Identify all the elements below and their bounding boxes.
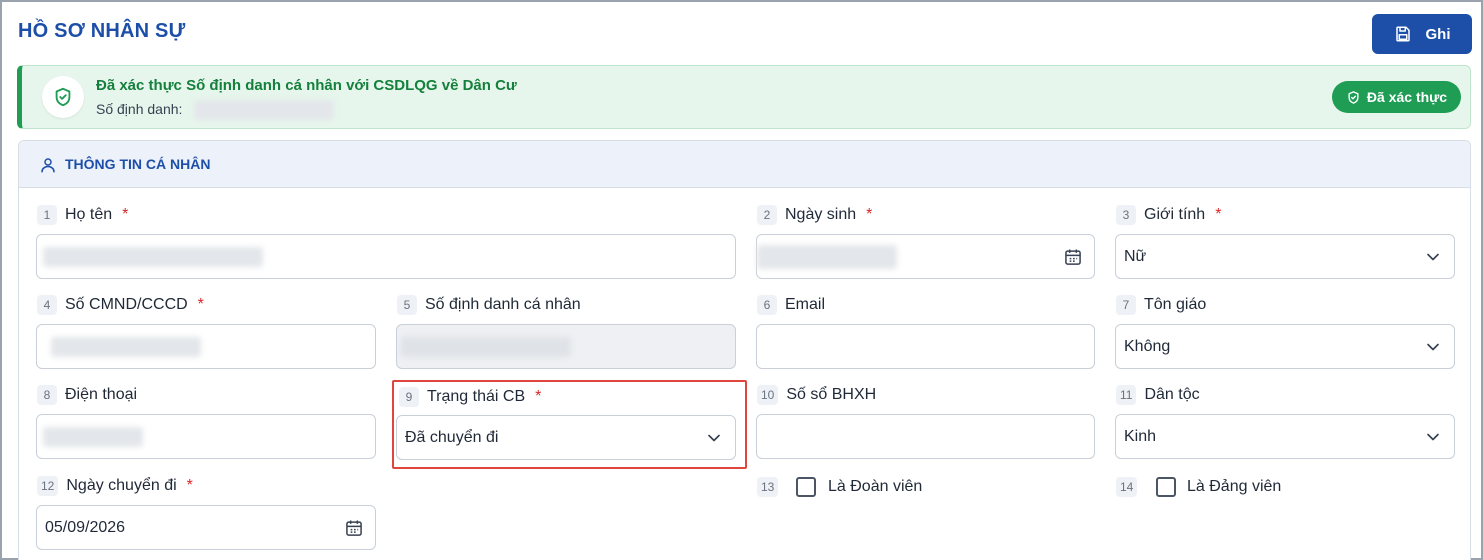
verification-banner: Đã xác thực Số định danh cá nhân với CSD… (17, 65, 1471, 129)
field-number: 1 (37, 205, 57, 225)
field-number: 9 (399, 387, 419, 407)
field-label-text: Ngày sinh (785, 206, 857, 223)
trang-thai-select[interactable]: Đã chuyển đi (396, 415, 736, 460)
chevron-down-icon (1427, 343, 1439, 351)
section-header: THÔNG TIN CÁ NHÂN (19, 141, 1470, 188)
ngay-chuyen-di-input[interactable]: 05/09/2026 (36, 505, 376, 550)
field-label-text: Dân tộc (1144, 386, 1200, 403)
ho-ten-redacted (43, 247, 263, 267)
field-label-text: Số sổ BHXH (786, 386, 877, 403)
field-number: 7 (1116, 295, 1136, 315)
label-dan-toc: 11 Dân tộc (1116, 385, 1200, 405)
ngay-chuyen-di-value: 05/09/2026 (45, 518, 126, 536)
required-marker: * (186, 477, 193, 494)
verification-title: Đã xác thực Số định danh cá nhân với CSD… (96, 77, 517, 94)
dien-thoai-redacted (43, 427, 143, 447)
cmnd-input[interactable] (36, 324, 376, 369)
ton-giao-value: Không (1124, 337, 1171, 355)
dan-toc-value: Kinh (1124, 427, 1157, 445)
user-icon (41, 158, 55, 173)
chevron-down-icon (1427, 253, 1439, 261)
chevron-down-icon (1427, 433, 1439, 441)
save-button-label: Ghi (1425, 25, 1451, 43)
dang-vien-checkbox[interactable] (1156, 477, 1176, 497)
doan-vien-checkbox[interactable] (796, 477, 816, 497)
app-frame: HỒ SƠ NHÂN SỰ Ghi Đã xác thực Số định da… (0, 0, 1483, 560)
doan-vien-label: Là Đoàn viên (828, 478, 923, 495)
field-label-text: Số định danh cá nhân (425, 296, 581, 313)
field-label-text: Điện thoại (65, 386, 138, 403)
field-number: 13 (757, 477, 779, 497)
field-number: 5 (397, 295, 417, 315)
field-number: 8 (37, 385, 57, 405)
save-button[interactable]: Ghi (1372, 14, 1472, 54)
dang-vien-label: Là Đảng viên (1187, 478, 1282, 495)
gioi-tinh-value: Nữ (1124, 247, 1147, 265)
label-email: 6 Email (757, 295, 825, 315)
required-marker: * (122, 206, 129, 223)
label-gioi-tinh: 3 Giới tính * (1116, 205, 1221, 225)
label-ngay-sinh: 2 Ngày sinh * (757, 205, 872, 225)
required-marker: * (866, 206, 873, 223)
required-marker: * (1215, 206, 1222, 223)
verification-id-label: Số định danh: (96, 101, 183, 117)
calendar-icon[interactable] (1063, 247, 1083, 267)
calendar-icon[interactable] (344, 518, 364, 538)
field-label-text: Email (785, 296, 826, 313)
trang-thai-value: Đã chuyển đi (405, 428, 499, 446)
dan-toc-select[interactable]: Kinh (1115, 414, 1455, 459)
field-number: 3 (1116, 205, 1136, 225)
label-dien-thoai: 8 Điện thoại (37, 385, 137, 405)
required-marker: * (197, 296, 204, 313)
field-number: 10 (757, 385, 779, 405)
label-ton-giao: 7 Tôn giáo (1116, 295, 1206, 315)
field-label-text: Tôn giáo (1144, 296, 1207, 313)
page-title: HỒ SƠ NHÂN SỰ (18, 20, 186, 42)
so-bhxh-input[interactable] (756, 414, 1095, 459)
label-dang-vien-number: 14 (1116, 477, 1138, 497)
field-number: 11 (1116, 385, 1137, 405)
ton-giao-select[interactable]: Không (1115, 324, 1455, 369)
chevron-down-icon (708, 434, 720, 442)
dien-thoai-input[interactable] (36, 414, 376, 459)
section-title: THÔNG TIN CÁ NHÂN (65, 156, 211, 172)
label-ho-ten: 1 Họ tên * (37, 205, 128, 225)
label-trang-thai: 9 Trạng thái CB * (399, 387, 541, 407)
field-number: 12 (37, 476, 59, 496)
email-input[interactable] (756, 324, 1095, 369)
verification-id-redacted (194, 100, 334, 120)
ngay-sinh-redacted (757, 245, 897, 269)
dinh-danh-input (396, 324, 736, 369)
verified-status-label: Đã xác thực (1366, 89, 1448, 105)
dinh-danh-redacted (401, 337, 571, 357)
field-number: 4 (37, 295, 57, 315)
label-so-bhxh: 10 Số sổ BHXH (757, 385, 876, 405)
ho-ten-input[interactable] (36, 234, 736, 279)
field-number: 2 (757, 205, 777, 225)
gioi-tinh-select[interactable]: Nữ (1115, 234, 1455, 279)
label-dinh-danh: 5 Số định danh cá nhân (397, 295, 581, 315)
field-label-text: Trạng thái CB (427, 388, 526, 405)
label-doan-vien-number: 13 (757, 477, 779, 497)
cmnd-redacted (51, 337, 201, 357)
shield-check-icon (42, 76, 84, 118)
verified-status-button[interactable]: Đã xác thực (1332, 81, 1461, 113)
required-marker: * (535, 388, 542, 405)
field-label-text: Số CMND/CCCD (65, 296, 188, 313)
field-number: 6 (757, 295, 777, 315)
field-label-text: Ngày chuyển đi (66, 477, 177, 494)
label-ngay-chuyen-di: 12 Ngày chuyển đi * (37, 476, 193, 496)
shield-check-icon (1348, 90, 1359, 104)
field-number: 14 (1116, 477, 1138, 497)
label-cmnd: 4 Số CMND/CCCD * (37, 295, 204, 315)
save-icon (1395, 26, 1410, 42)
field-label-text: Họ tên (65, 206, 113, 223)
ngay-sinh-input[interactable] (756, 234, 1095, 279)
field-label-text: Giới tính (1144, 206, 1206, 223)
